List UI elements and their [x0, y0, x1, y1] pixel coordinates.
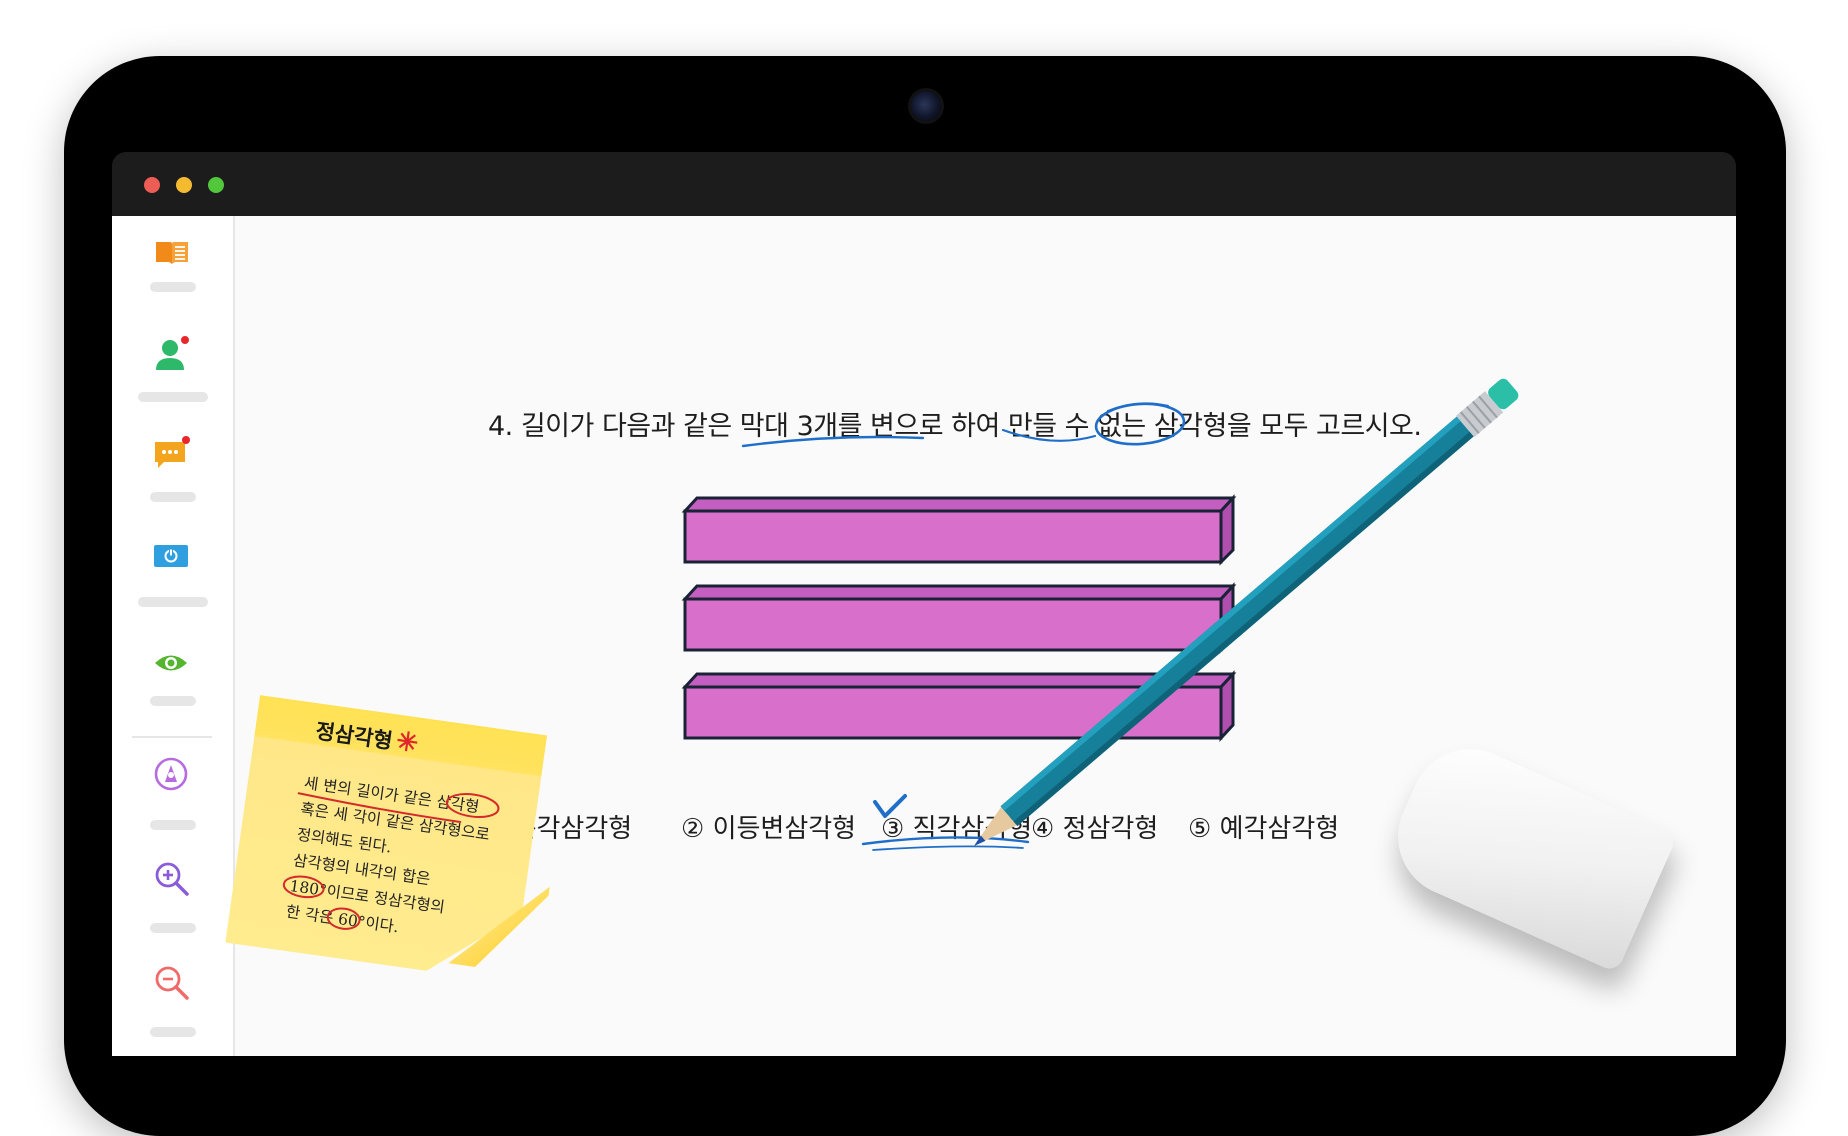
stick-3 — [681, 670, 1237, 742]
option-4[interactable]: ④ 정삼각형 — [1031, 808, 1158, 845]
sidebar — [112, 216, 235, 1056]
sidebar-label-placeholder — [138, 597, 208, 607]
user-icon — [156, 336, 189, 370]
stick-2 — [681, 582, 1237, 654]
sidebar-item-screen[interactable] — [112, 541, 233, 607]
sidebar-label-placeholder — [150, 282, 196, 292]
sidebar-label-placeholder — [150, 696, 196, 706]
maximize-window-button[interactable] — [208, 177, 224, 193]
pen-circle-icon — [154, 757, 188, 791]
book-icon — [156, 242, 188, 264]
sidebar-label-placeholder — [150, 923, 196, 933]
minimize-window-button[interactable] — [176, 177, 192, 193]
stick-1 — [681, 494, 1237, 566]
sidebar-item-user[interactable] — [112, 334, 233, 402]
question-text: 4. 길이가 다음과 같은 막대 3개를 변으로 하여 만들 수 없는 삼각형을… — [488, 411, 1422, 442]
sidebar-item-book[interactable] — [112, 236, 233, 296]
zoom-out-icon — [155, 966, 189, 1000]
eye-icon — [155, 655, 187, 671]
sticky-note-body: 세 변의 길이가 같은 삼각형 혹은 세 각이 같은 삼각형으로 정의해도 된다… — [284, 770, 495, 951]
window-titlebar — [112, 152, 1736, 216]
option-2[interactable]: ② 이등변삼각형 — [681, 808, 856, 845]
chat-icon — [155, 436, 190, 468]
sidebar-item-zoom-out[interactable] — [112, 963, 233, 1037]
sidebar-item-chat[interactable] — [112, 436, 233, 502]
option-3[interactable]: ③ 직각삼각형 — [881, 808, 1032, 845]
camera-icon — [911, 91, 941, 121]
sidebar-item-view[interactable] — [112, 648, 233, 708]
sidebar-label-placeholder — [150, 492, 196, 502]
option-5[interactable]: ⑤ 예각삼각형 — [1188, 808, 1339, 845]
sidebar-label-placeholder — [138, 392, 208, 402]
sidebar-divider — [132, 736, 212, 738]
star-icon: ✳ — [394, 726, 421, 760]
power-screen-icon — [154, 545, 188, 567]
zoom-in-icon — [155, 862, 189, 896]
sidebar-item-pen[interactable] — [112, 756, 233, 830]
sidebar-label-placeholder — [150, 820, 196, 830]
close-window-button[interactable] — [144, 177, 160, 193]
sidebar-item-zoom-in[interactable] — [112, 859, 233, 933]
sidebar-label-placeholder — [150, 1027, 196, 1037]
